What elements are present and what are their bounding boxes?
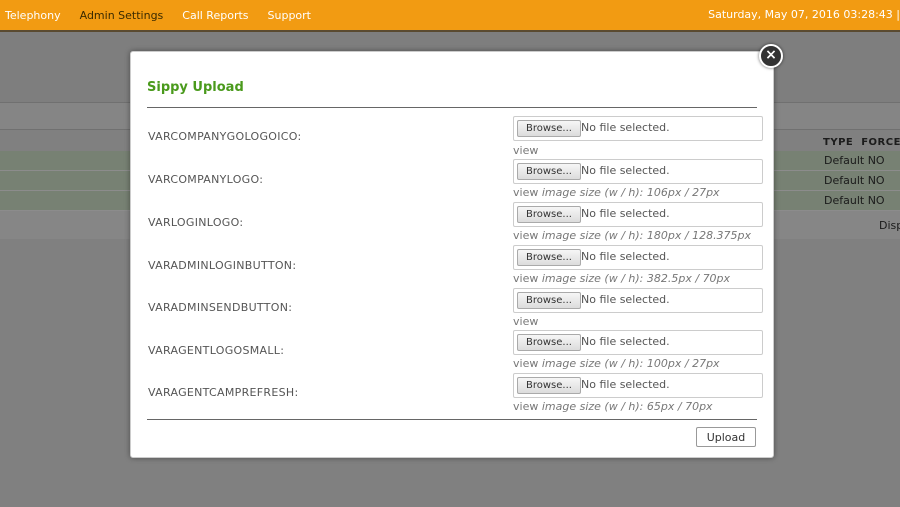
browse-button[interactable]: Browse... bbox=[517, 120, 581, 137]
file-input[interactable]: Browse... No file selected. bbox=[513, 373, 763, 398]
field-label: VARCOMPANYGOLOGOICO: bbox=[148, 130, 302, 143]
menu-admin-settings[interactable]: Admin Settings bbox=[80, 9, 164, 22]
view-line: view image size (w / h): 180px / 128.375… bbox=[513, 229, 751, 242]
file-input[interactable]: Browse... No file selected. bbox=[513, 159, 763, 184]
menu-call-reports[interactable]: Call Reports bbox=[182, 9, 248, 22]
view-line: view image size (w / h): 382.5px / 70px bbox=[513, 272, 730, 285]
view-link[interactable]: view bbox=[513, 315, 538, 328]
browse-button[interactable]: Browse... bbox=[517, 206, 581, 223]
file-status-text: No file selected. bbox=[581, 250, 670, 263]
date-time-display: Saturday, May 07, 2016 03:28:43 | bbox=[708, 8, 900, 21]
file-status-text: No file selected. bbox=[581, 121, 670, 134]
browse-button[interactable]: Browse... bbox=[517, 377, 581, 394]
divider bbox=[147, 419, 757, 420]
upload-button[interactable]: Upload bbox=[696, 427, 756, 447]
view-line: view image size (w / h): 100px / 27px bbox=[513, 357, 720, 370]
view-line: view image size (w / h): 106px / 27px bbox=[513, 186, 720, 199]
menu-telephony[interactable]: Telephony bbox=[5, 9, 61, 22]
dialog-title: Sippy Upload bbox=[147, 80, 244, 95]
file-status-text: No file selected. bbox=[581, 378, 670, 391]
image-size-hint: image size (w / h): 100px / 27px bbox=[541, 357, 720, 370]
file-input[interactable]: Browse... No file selected. bbox=[513, 330, 763, 355]
field-label: VARADMINLOGINBUTTON: bbox=[148, 259, 297, 272]
main-menu: Telephony Admin Settings Call Reports Su… bbox=[0, 0, 325, 30]
image-size-hint: image size (w / h): 180px / 128.375px bbox=[541, 229, 752, 242]
file-status-text: No file selected. bbox=[581, 293, 670, 306]
image-size-hint: image size (w / h): 65px / 70px bbox=[541, 400, 713, 413]
field-label: VARAGENTCAMPREFRESH: bbox=[148, 386, 299, 399]
view-link[interactable]: view bbox=[513, 272, 538, 285]
image-size-hint: image size (w / h): 382.5px / 70px bbox=[541, 272, 731, 285]
file-status-text: No file selected. bbox=[581, 207, 670, 220]
divider bbox=[147, 107, 757, 108]
file-input[interactable]: Browse... No file selected. bbox=[513, 116, 763, 141]
field-label: VARCOMPANYLOGO: bbox=[148, 173, 264, 186]
view-link[interactable]: view bbox=[513, 357, 538, 370]
menu-support[interactable]: Support bbox=[268, 9, 311, 22]
close-icon[interactable]: × bbox=[759, 44, 783, 68]
view-link[interactable]: view bbox=[513, 186, 538, 199]
top-nav-bar: Telephony Admin Settings Call Reports Su… bbox=[0, 0, 900, 32]
file-input[interactable]: Browse... No file selected. bbox=[513, 245, 763, 270]
view-line: view bbox=[513, 315, 538, 328]
sippy-upload-dialog: Sippy Upload VARCOMPANYGOLOGOICO: Browse… bbox=[130, 51, 774, 458]
file-status-text: No file selected. bbox=[581, 164, 670, 177]
image-size-hint: image size (w / h): 106px / 27px bbox=[541, 186, 720, 199]
field-label: VARADMINSENDBUTTON: bbox=[148, 301, 293, 314]
field-label: VARAGENTLOGOSMALL: bbox=[148, 344, 285, 357]
browse-button[interactable]: Browse... bbox=[517, 249, 581, 266]
file-input[interactable]: Browse... No file selected. bbox=[513, 288, 763, 313]
field-label: VARLOGINLOGO: bbox=[148, 216, 244, 229]
view-link[interactable]: view bbox=[513, 400, 538, 413]
view-line: view image size (w / h): 65px / 70px bbox=[513, 400, 713, 413]
browse-button[interactable]: Browse... bbox=[517, 163, 581, 180]
view-line: view bbox=[513, 144, 538, 157]
view-link[interactable]: view bbox=[513, 229, 538, 242]
browse-button[interactable]: Browse... bbox=[517, 334, 581, 351]
file-status-text: No file selected. bbox=[581, 335, 670, 348]
view-link[interactable]: view bbox=[513, 144, 538, 157]
file-input[interactable]: Browse... No file selected. bbox=[513, 202, 763, 227]
browse-button[interactable]: Browse... bbox=[517, 292, 581, 309]
